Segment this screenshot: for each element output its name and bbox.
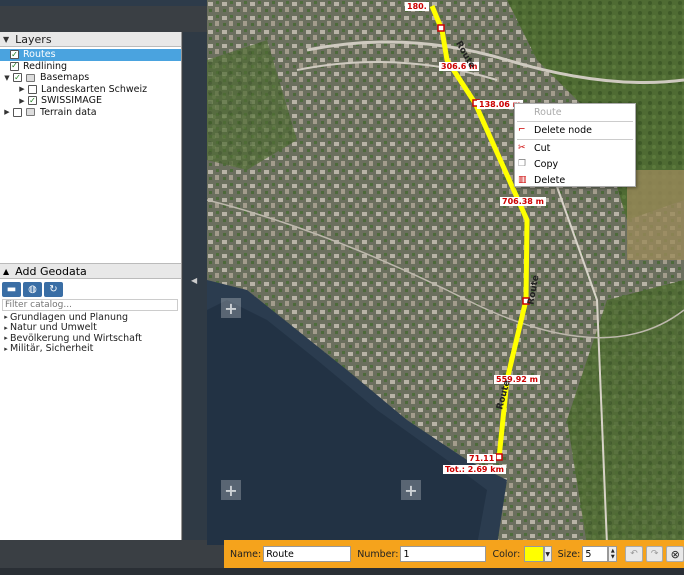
catalog-label: Grundlagen und Planung [10, 311, 129, 323]
geodata-title: Add Geodata [15, 264, 87, 278]
route-node[interactable] [437, 24, 445, 32]
size-label: Size: [557, 548, 581, 560]
chevron-down-icon[interactable]: ▼ [543, 546, 552, 562]
expand-icon[interactable]: ▸ [2, 334, 10, 342]
catalog-label: Bevölkerung und Wirtschaft [10, 332, 142, 344]
catalog-filter-input[interactable] [2, 299, 178, 311]
expand-icon[interactable]: ▶ [18, 97, 26, 105]
menu-item-label: Copy [534, 158, 559, 170]
layer-checkbox[interactable]: ✓ [10, 50, 19, 60]
name-label: Name: [230, 548, 262, 560]
catalog-tree: ▸ Grundlagen und Planung ▸ Natur und Umwel… [2, 312, 142, 355]
folder-icon [26, 73, 35, 82]
catalog-label: Natur und Umwelt [10, 322, 97, 334]
menu-item-delete-node[interactable]: ⌐ Delete node [515, 122, 635, 138]
menu-item-copy[interactable]: ❐ Copy [515, 156, 635, 172]
layer-label: Terrain data [40, 106, 97, 118]
color-label: Color: [492, 548, 521, 560]
layer-item-swissimage[interactable]: ▶ ✓ SWISSIMAGE [0, 95, 181, 107]
layer-group-terrain[interactable]: ▶ Terrain data [0, 107, 181, 119]
segment-length-label: 706.38 m [500, 197, 546, 206]
size-stepper[interactable]: ▲ ▼ [608, 546, 618, 562]
geodata-header[interactable]: ▲ Add Geodata [0, 263, 181, 279]
expand-icon[interactable]: ▸ [2, 324, 10, 332]
menu-title-label: Route [534, 106, 562, 118]
layer-group-basemaps[interactable]: ▼ ✓ Basemaps [0, 72, 181, 84]
layer-checkbox[interactable]: ✓ [13, 73, 22, 83]
catalog-label: Militär, Sicherheit [10, 343, 94, 355]
map-view[interactable]: 180. 306.6 m 138.06 m 706.38 m 559.92 m … [207, 0, 684, 545]
map-plus-icon[interactable]: + [401, 480, 421, 500]
layer-item-landeskarten[interactable]: ▶ Landeskarten Schweiz [0, 84, 181, 96]
menu-item-delete[interactable]: ▥ Delete [515, 172, 635, 188]
expand-icon[interactable]: ▸ [2, 345, 10, 353]
side-panel: ▼ Layers ✓ Routes ✓ Redlining ▼ ✓ Basema… [0, 32, 182, 540]
name-input[interactable] [263, 546, 352, 562]
catalog-item[interactable]: ▸ Grundlagen und Planung [2, 312, 142, 323]
context-menu-title: Route [515, 104, 635, 120]
refresh-icon[interactable]: ↻ [44, 282, 63, 297]
layer-label: Redlining [23, 60, 68, 72]
layer-item-routes[interactable]: ✓ Routes [0, 49, 181, 61]
trash-icon: ▥ [518, 175, 527, 185]
catalog-item[interactable]: ▸ Natur und Umwelt [2, 322, 142, 334]
folder-icon [26, 108, 35, 117]
context-menu: Route ⌐ Delete node ✂ Cut ❐ Copy ▥ Delete [514, 103, 636, 187]
menu-item-label: Delete [534, 174, 566, 186]
number-input[interactable] [400, 546, 487, 562]
scissors-icon: ✂ [518, 143, 526, 153]
status-bar [0, 568, 684, 575]
layers-title: Layers [15, 32, 52, 46]
layer-checkbox[interactable] [28, 84, 37, 94]
layers-header[interactable]: ▼ Layers [0, 32, 181, 47]
panel-splitter[interactable]: ◀ [183, 32, 207, 540]
menu-item-cut[interactable]: ✂ Cut [515, 140, 635, 156]
layer-label: SWISSIMAGE [41, 95, 102, 107]
number-label: Number: [357, 548, 399, 560]
globe-icon[interactable]: ◍ [23, 282, 42, 297]
expand-icon[interactable]: ▶ [3, 108, 11, 116]
close-button[interactable]: ⊗ [666, 546, 684, 562]
catalog-item[interactable]: ▸ Militär, Sicherheit [2, 343, 142, 355]
route-node[interactable] [495, 453, 503, 461]
layer-tree: ✓ Routes ✓ Redlining ▼ ✓ Basemaps ▶ Land… [0, 47, 181, 118]
layer-label: Basemaps [40, 72, 90, 84]
layer-item-redlining[interactable]: ✓ Redlining [0, 61, 181, 73]
collapse-panel-icon[interactable]: ◀ [191, 276, 197, 285]
delete-node-icon: ⌐ [518, 125, 526, 135]
expand-icon[interactable]: ▸ [2, 313, 10, 321]
layer-label: Landeskarten Schweiz [41, 83, 148, 95]
geodata-toolbar: ▬ ◍ ↻ [2, 282, 63, 297]
satellite-imagery [207, 0, 684, 545]
size-input[interactable] [582, 546, 609, 562]
app-window: 180. 306.6 m 138.06 m 706.38 m 559.92 m … [0, 0, 684, 575]
menu-item-label: Delete node [534, 124, 592, 136]
route-edit-toolbar: Name: Number: Color: ▼ Size: ▲▼ ↶ ↷ ⊗ [224, 540, 684, 568]
layer-checkbox[interactable] [13, 107, 22, 117]
collapse-icon[interactable]: ▼ [3, 35, 9, 44]
segment-length-label: 71.11 [467, 454, 497, 463]
expand-icon[interactable]: ▶ [18, 85, 26, 93]
open-folder-icon[interactable]: ▬ [2, 282, 21, 297]
map-plus-icon[interactable]: + [221, 298, 241, 318]
segment-length-label: 180. [405, 2, 429, 11]
layer-label: Routes [23, 49, 56, 61]
total-length-label: Tot.: 2.69 km [443, 465, 506, 474]
redo-button[interactable]: ↷ [645, 546, 664, 562]
menu-item-label: Cut [534, 142, 551, 154]
color-swatch[interactable] [524, 546, 544, 562]
layer-checkbox[interactable]: ✓ [10, 61, 19, 71]
catalog-item[interactable]: ▸ Bevölkerung und Wirtschaft [2, 333, 142, 344]
undo-button[interactable]: ↶ [625, 546, 643, 562]
layer-checkbox[interactable]: ✓ [28, 96, 37, 106]
expand-icon[interactable]: ▼ [3, 74, 11, 82]
collapse-icon[interactable]: ▲ [3, 267, 9, 276]
map-plus-icon[interactable]: + [221, 480, 241, 500]
copy-icon: ❐ [518, 159, 527, 169]
